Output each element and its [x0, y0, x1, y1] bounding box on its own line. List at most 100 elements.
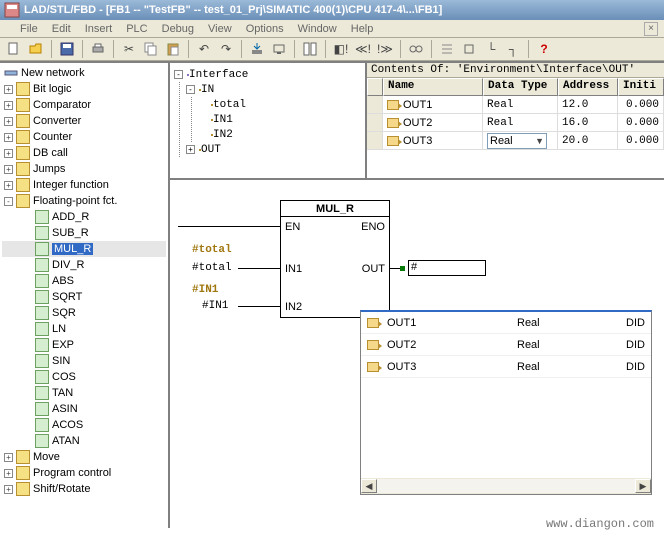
expand-icon[interactable]: +: [4, 485, 13, 494]
tree-item-mulr[interactable]: MUL_R: [2, 241, 166, 257]
help-button[interactable]: ?: [534, 39, 554, 59]
goto-button[interactable]: ◧!: [331, 39, 351, 59]
col-type[interactable]: Data Type: [483, 78, 558, 96]
mulr-block[interactable]: MUL_R ENENO IN1OUT IN2: [280, 200, 390, 318]
copy-button[interactable]: [141, 39, 161, 59]
grid-row[interactable]: OUT1 Real 12.0 0.000: [367, 96, 664, 114]
toggle-view-button[interactable]: [300, 39, 320, 59]
network-button[interactable]: [437, 39, 457, 59]
tree-item-dbcall[interactable]: +DB call: [2, 145, 166, 161]
open-button[interactable]: [26, 39, 46, 59]
grid-row[interactable]: OUT2 Real 16.0 0.000: [367, 114, 664, 132]
tree-item-asin[interactable]: ASIN: [2, 401, 166, 417]
expand-icon[interactable]: +: [4, 85, 13, 94]
collapse-icon[interactable]: -: [186, 85, 195, 94]
tree-item-sqr[interactable]: SQR: [2, 305, 166, 321]
tree-item-cos[interactable]: COS: [2, 369, 166, 385]
autocomplete-popup[interactable]: OUT1RealDID OUT2RealDID OUT3RealDID ◀ ▶: [360, 310, 652, 495]
expand-icon[interactable]: +: [4, 149, 13, 158]
interface-in[interactable]: -IN: [186, 82, 361, 97]
paste-button[interactable]: [163, 39, 183, 59]
tree-item-converter[interactable]: +Converter: [2, 113, 166, 129]
hint-row[interactable]: OUT2RealDID: [361, 334, 651, 356]
hint-row[interactable]: OUT3RealDID: [361, 356, 651, 378]
out-input-field[interactable]: #: [408, 260, 486, 276]
tree-item-floatfct[interactable]: -Floating-point fct.: [2, 193, 166, 209]
expand-icon[interactable]: +: [4, 165, 13, 174]
menu-view[interactable]: View: [208, 23, 232, 35]
tree-item-exp[interactable]: EXP: [2, 337, 166, 353]
expand-icon[interactable]: +: [4, 469, 13, 478]
tree-item-jumps[interactable]: +Jumps: [2, 161, 166, 177]
cut-button[interactable]: ✂: [119, 39, 139, 59]
menu-debug[interactable]: Debug: [162, 23, 194, 35]
collapse-icon[interactable]: -: [174, 70, 183, 79]
tree-root[interactable]: New network: [2, 65, 166, 81]
col-init[interactable]: Initi: [618, 78, 664, 96]
new-button[interactable]: [4, 39, 24, 59]
mdi-close-icon[interactable]: ×: [644, 22, 658, 36]
block-button[interactable]: [459, 39, 479, 59]
line2-button[interactable]: ┐: [503, 39, 523, 59]
tree-item-sqrt[interactable]: SQRT: [2, 289, 166, 305]
scroll-right-icon[interactable]: ▶: [635, 479, 651, 493]
tree-item-tan[interactable]: TAN: [2, 385, 166, 401]
hint-row[interactable]: OUT1RealDID: [361, 312, 651, 334]
title-bar: LAD/STL/FBD - [FB1 -- "TestFB" -- test_0…: [0, 0, 664, 20]
grid-row[interactable]: OUT3 Real▼ 20.0 0.000: [367, 132, 664, 150]
expand-icon[interactable]: +: [4, 101, 13, 110]
tree-item-counter[interactable]: +Counter: [2, 129, 166, 145]
fbd-editor[interactable]: MUL_R ENENO IN1OUT IN2 #total #total #IN…: [170, 180, 664, 528]
tree-item-comparator[interactable]: +Comparator: [2, 97, 166, 113]
menu-help[interactable]: Help: [351, 23, 374, 35]
tree-item-move[interactable]: +Move: [2, 449, 166, 465]
expand-icon[interactable]: +: [4, 117, 13, 126]
tree-item-ln[interactable]: LN: [2, 321, 166, 337]
print-button[interactable]: [88, 39, 108, 59]
expand-icon[interactable]: +: [4, 133, 13, 142]
menu-plc[interactable]: PLC: [126, 23, 147, 35]
tree-item-abs[interactable]: ABS: [2, 273, 166, 289]
tree-item-subr[interactable]: SUB_R: [2, 225, 166, 241]
prev-button[interactable]: ≪!: [353, 39, 373, 59]
save-button[interactable]: [57, 39, 77, 59]
tree-item-bitlogic[interactable]: +Bit logic: [2, 81, 166, 97]
interface-in-total[interactable]: total: [198, 97, 361, 112]
expand-icon[interactable]: +: [186, 145, 195, 154]
redo-button[interactable]: ↷: [216, 39, 236, 59]
datatype-select[interactable]: Real▼: [487, 133, 547, 149]
tree-item-atan[interactable]: ATAN: [2, 433, 166, 449]
line-button[interactable]: └: [481, 39, 501, 59]
folder-icon: [16, 82, 30, 96]
interface-in-in1[interactable]: IN1: [198, 112, 361, 127]
tree-item-sin[interactable]: SIN: [2, 353, 166, 369]
tree-item-addr[interactable]: ADD_R: [2, 209, 166, 225]
menu-insert[interactable]: Insert: [85, 23, 113, 35]
menu-options[interactable]: Options: [246, 23, 284, 35]
expand-icon[interactable]: +: [4, 453, 13, 462]
fn-icon: [35, 274, 49, 288]
scroll-left-icon[interactable]: ◀: [361, 479, 377, 493]
glasses-icon[interactable]: [406, 39, 426, 59]
next-button[interactable]: !≫: [375, 39, 395, 59]
interface-in-in2[interactable]: IN2: [198, 127, 361, 142]
tree-item-intfn[interactable]: +Integer function: [2, 177, 166, 193]
menu-edit[interactable]: Edit: [52, 23, 71, 35]
col-name[interactable]: Name: [383, 78, 483, 96]
tree-item-programcontrol[interactable]: +Program control: [2, 465, 166, 481]
menu-file[interactable]: File: [20, 23, 38, 35]
undo-button[interactable]: ↶: [194, 39, 214, 59]
download-button[interactable]: [247, 39, 267, 59]
col-addr[interactable]: Address: [558, 78, 618, 96]
popup-scrollbar[interactable]: ◀ ▶: [361, 478, 651, 494]
tree-item-divr[interactable]: DIV_R: [2, 257, 166, 273]
expand-icon[interactable]: +: [4, 181, 13, 190]
monitor-button[interactable]: [269, 39, 289, 59]
param-out-icon: [367, 340, 379, 350]
interface-root[interactable]: -Interface: [174, 67, 361, 82]
menu-window[interactable]: Window: [298, 23, 337, 35]
tree-item-shiftrotate[interactable]: +Shift/Rotate: [2, 481, 166, 497]
collapse-icon[interactable]: -: [4, 197, 13, 206]
interface-out[interactable]: +OUT: [186, 142, 361, 157]
tree-item-acos[interactable]: ACOS: [2, 417, 166, 433]
